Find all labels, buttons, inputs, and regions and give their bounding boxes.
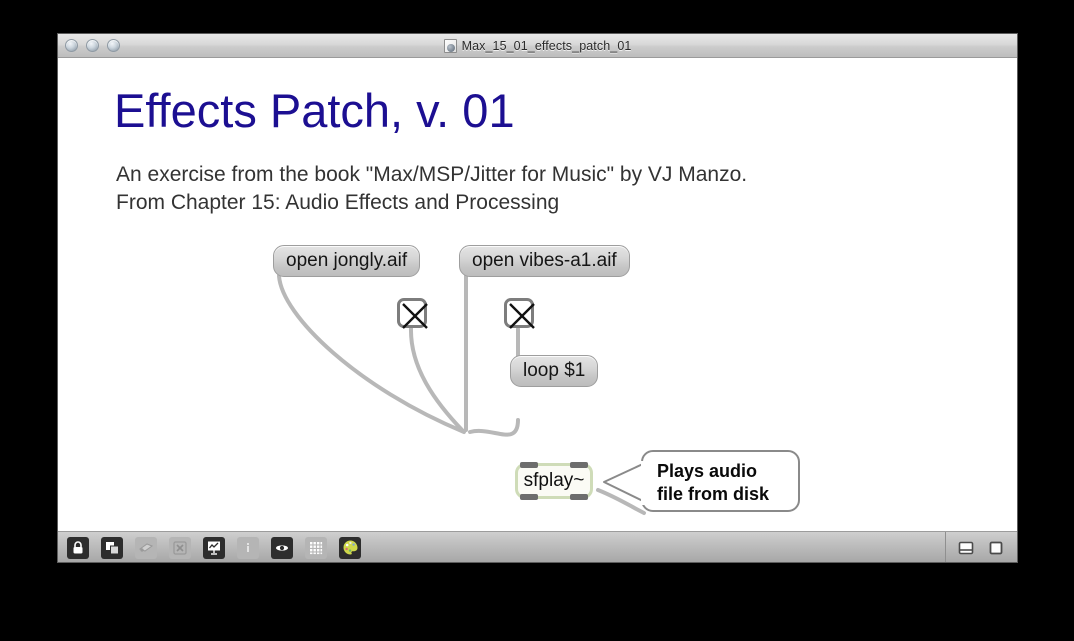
outlet-right[interactable]	[570, 494, 588, 500]
message-box-open-vibes[interactable]: open vibes-a1.aif	[459, 245, 630, 277]
close-x-glyph	[173, 540, 187, 555]
presentation-glyph	[106, 541, 119, 554]
palette-glyph	[343, 540, 357, 555]
grid-glyph	[310, 541, 323, 554]
message-box-open-jongly[interactable]: open jongly.aif	[273, 245, 421, 277]
view-glyph	[138, 542, 154, 552]
message-box-label: loop $1	[523, 360, 586, 381]
patcher-toolbar	[58, 531, 1017, 562]
toggle-left[interactable]	[397, 298, 428, 329]
view-icon[interactable]	[135, 536, 157, 559]
outlet-left[interactable]	[520, 494, 538, 500]
zoom-button[interactable]	[107, 39, 120, 52]
balloon-tail-icon	[603, 461, 647, 505]
patch-cords	[277, 274, 646, 515]
comment-text: Plays audio file from disk	[657, 461, 770, 504]
message-box-label: open vibes-a1.aif	[472, 250, 617, 271]
lock-icon[interactable]	[67, 536, 89, 559]
window-controls	[65, 34, 120, 57]
toggle-x-icon	[402, 303, 428, 329]
toolbar-right-group	[945, 531, 1007, 562]
info-icon[interactable]	[237, 536, 259, 559]
single-view-glyph	[989, 541, 1003, 554]
split-view-glyph	[958, 541, 974, 554]
object-sfplay[interactable]: sfplay~	[515, 462, 593, 500]
object-label: sfplay~	[523, 470, 585, 491]
comment-balloon[interactable]: Plays audio file from disk	[603, 450, 800, 512]
easel-icon[interactable]	[203, 536, 225, 559]
grid-icon[interactable]	[305, 536, 327, 559]
presentation-icon[interactable]	[101, 536, 123, 559]
window-title-bar: Max_15_01_effects_patch_01	[58, 34, 1017, 58]
toggle-x-icon	[509, 303, 535, 329]
window-title-group: Max_15_01_effects_patch_01	[58, 34, 1017, 57]
window-title: Max_15_01_effects_patch_01	[461, 38, 632, 53]
palette-icon[interactable]	[339, 536, 361, 559]
desktop-background: Max_15_01_effects_patch_01 Effects Patch…	[0, 0, 1074, 641]
max-document-icon	[443, 38, 457, 53]
minimize-button[interactable]	[86, 39, 99, 52]
inlet-left[interactable]	[520, 462, 538, 468]
close-button[interactable]	[65, 39, 78, 52]
single-view-icon[interactable]	[985, 537, 1007, 559]
patcher-canvas[interactable]: Effects Patch, v. 01 An exercise from th…	[58, 58, 1017, 531]
split-view-icon[interactable]	[955, 537, 977, 559]
close-x-icon[interactable]	[169, 536, 191, 559]
lock-glyph	[73, 540, 83, 553]
max-patcher-window: Max_15_01_effects_patch_01 Effects Patch…	[57, 33, 1018, 563]
info-glyph	[247, 542, 249, 552]
inspector-icon[interactable]	[271, 536, 293, 559]
message-box-loop[interactable]: loop $1	[510, 355, 599, 387]
toolbar-left-group	[67, 536, 361, 559]
inspector-glyph	[276, 544, 288, 551]
inlet-right[interactable]	[570, 462, 588, 468]
easel-glyph	[208, 541, 220, 555]
message-box-label: open jongly.aif	[286, 250, 408, 271]
toggle-right[interactable]	[504, 298, 535, 329]
